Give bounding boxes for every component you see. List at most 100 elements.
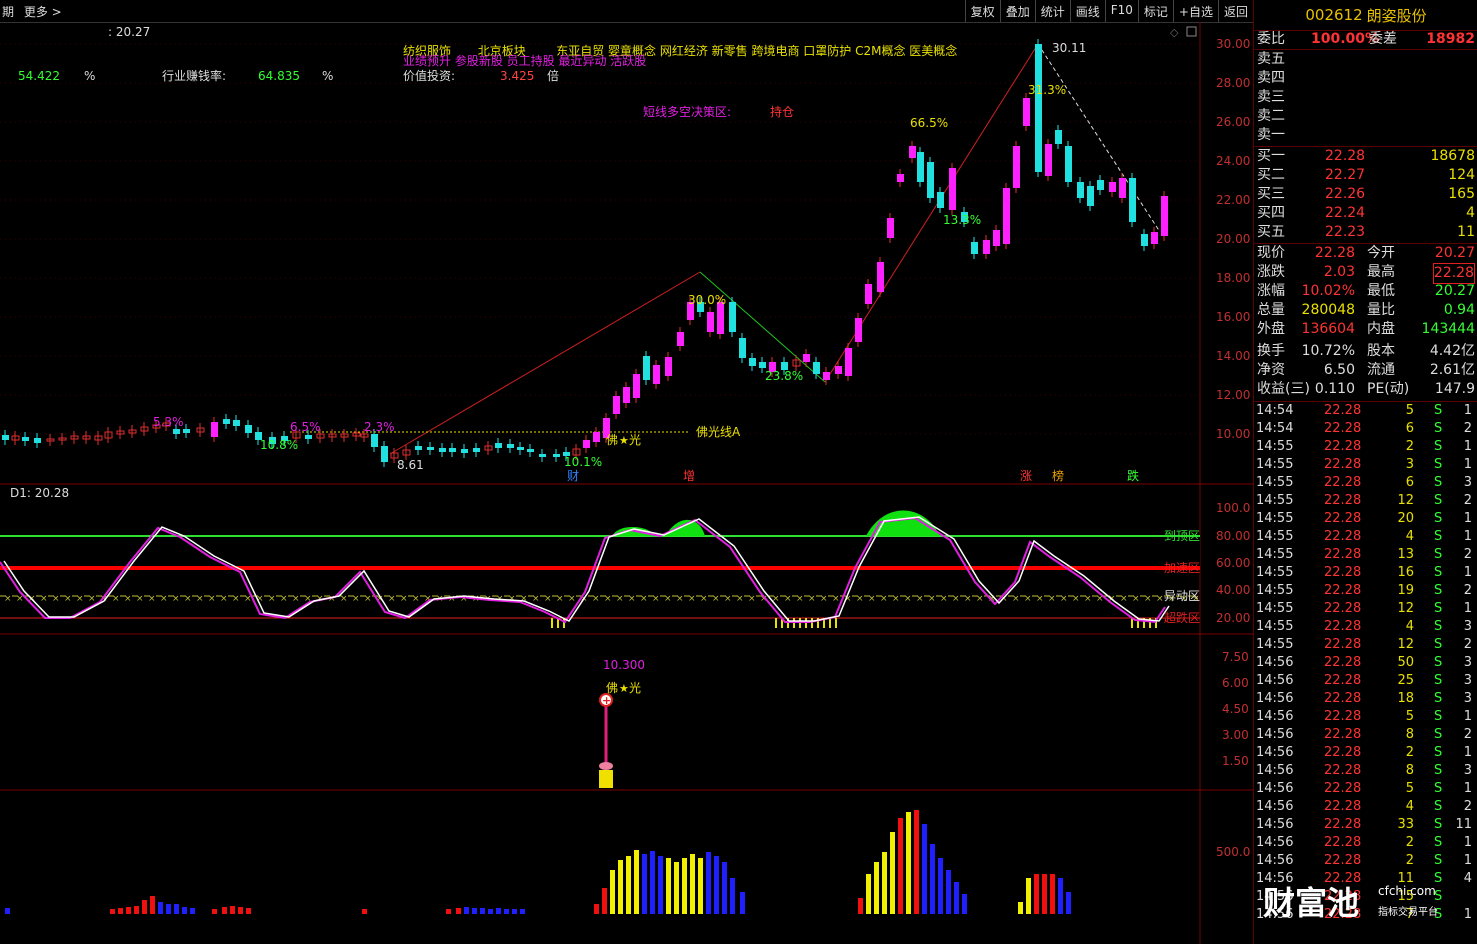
candle-body (971, 242, 978, 254)
candle-body (173, 429, 180, 434)
volume-bar (1034, 874, 1039, 914)
stat-label-2: 内盘 (1367, 321, 1395, 337)
tick-count: 1 (1463, 709, 1472, 724)
x-marker: × (700, 594, 708, 604)
candle-body (877, 262, 884, 292)
stat-row: 总量 280048 量比 0.94 (1257, 301, 1475, 320)
more-menu[interactable]: 更多 > (24, 5, 62, 19)
tick-side: S (1434, 601, 1443, 616)
volume-bar (690, 854, 695, 914)
x-marker: × (796, 594, 804, 604)
toolbar-buttons: 复权 叠加 统计 画线 F10 标记 +自选 返回 (964, 0, 1253, 22)
tick-volume: 8 (1405, 727, 1414, 742)
tick-time: 14:56 (1256, 655, 1294, 670)
volume-bar (472, 908, 477, 914)
volume-bar (882, 852, 887, 914)
tick-time: 14:55 (1256, 529, 1294, 544)
x-marker: × (784, 594, 792, 604)
stat-label: 外盘 (1257, 321, 1285, 337)
sell-row: 卖五 (1257, 50, 1285, 69)
volume-bar (230, 906, 235, 914)
buy-row[interactable]: 买二 22.27 124 (1257, 166, 1475, 185)
candle-body (813, 362, 820, 374)
volume-bar (1058, 878, 1063, 914)
candle-body (937, 192, 944, 208)
indicator1-label: D1: 20.28 (10, 486, 69, 500)
stat-value-2: 22.28 (1432, 263, 1475, 284)
tick-side: S (1434, 547, 1443, 562)
price-axis-tick: 18.00 (1216, 271, 1250, 285)
stat-value-2: 20.27 (1434, 283, 1475, 299)
volume-bar (190, 908, 195, 914)
tick-side: S (1434, 457, 1443, 472)
volume-bar (698, 858, 703, 914)
period-menu[interactable]: 期 更多 > (2, 3, 68, 20)
tick-time: 14:55 (1256, 457, 1294, 472)
stat-label-2: PE(动) (1367, 381, 1410, 397)
kline-chart[interactable]: : 20.27 54.422 % 行业赚钱率: 64.835 % 纺织服饰 北京… (0, 22, 1253, 944)
buy-row[interactable]: 买四 22.24 4 (1257, 204, 1475, 223)
mark-button[interactable]: 标记 (1137, 0, 1173, 22)
x-marker: × (952, 594, 960, 604)
add-watchlist-button[interactable]: +自选 (1172, 0, 1218, 22)
volume-bar (504, 909, 509, 914)
buy-row[interactable]: 买三 22.26 165 (1257, 185, 1475, 204)
candle-body (729, 302, 736, 332)
candle-body (1077, 182, 1084, 198)
candle-body (439, 448, 446, 452)
tick-volume: 50 (1397, 655, 1414, 670)
x-marker: × (4, 594, 12, 604)
tick-volume: 3 (1405, 457, 1414, 472)
volume-bar (246, 908, 251, 914)
x-marker: × (856, 594, 864, 604)
buy-row[interactable]: 买一 22.28 18678 (1257, 147, 1475, 166)
buy-row[interactable]: 买五 22.23 11 (1257, 223, 1475, 242)
volume-bar (1042, 874, 1047, 914)
candle-body (803, 354, 810, 362)
tick-side: S (1434, 637, 1443, 652)
tick-time: 14:55 (1256, 493, 1294, 508)
x-marker: × (76, 594, 84, 604)
volume-bar (634, 850, 639, 914)
trend-up-line-1 (389, 271, 701, 455)
tick-side: S (1434, 583, 1443, 598)
sell-row: 卖三 (1257, 88, 1285, 107)
collapse-icon[interactable]: ◇ (1170, 26, 1179, 39)
window-toggle-icon[interactable] (1186, 26, 1197, 37)
stat-label-2: 今开 (1367, 245, 1395, 261)
stats-button[interactable]: 统计 (1034, 0, 1070, 22)
back-button[interactable]: 返回 (1217, 0, 1253, 22)
candle-body (677, 332, 684, 346)
volume-bar (1018, 902, 1023, 914)
candle-body (865, 284, 872, 304)
quote-panel: 002612 朗姿股份 委比 100.00% 委差 18982 卖五 卖四 卖三 卖二… (1253, 0, 1477, 944)
fuquan-button[interactable]: 复权 (964, 0, 1000, 22)
candle-body (835, 366, 842, 374)
period-label[interactable]: 期 (2, 5, 14, 19)
tick-time: 14:56 (1256, 745, 1294, 760)
foguang-label-left: 佛 (606, 433, 618, 447)
tick-row: 14:55 22.28 20 S 1 (1256, 510, 1476, 528)
tick-price: 22.28 (1324, 799, 1362, 814)
x-marker: × (40, 594, 48, 604)
x-marker: × (64, 594, 72, 604)
overlay-button[interactable]: 叠加 (999, 0, 1035, 22)
ind1-axis-tick: 100.0 (1216, 501, 1250, 515)
stat-value: 10.02% (1301, 283, 1355, 299)
tick-price: 22.28 (1324, 763, 1362, 778)
volume-bar (594, 904, 599, 914)
f10-button[interactable]: F10 (1104, 0, 1138, 22)
draw-button[interactable]: 画线 (1069, 0, 1105, 22)
volume-bar (496, 908, 501, 914)
tick-volume: 12 (1397, 493, 1414, 508)
money-ratio-unit: % (84, 69, 95, 83)
tick-volume: 16 (1397, 565, 1414, 580)
ind1-axis-tick: 80.00 (1216, 529, 1250, 543)
stock-header[interactable]: 002612 朗姿股份 (1254, 0, 1477, 31)
tick-row: 14:56 22.28 5 S 1 (1256, 708, 1476, 726)
tick-volume: 33 (1397, 817, 1414, 832)
tick-volume: 4 (1405, 529, 1414, 544)
volume-bar (722, 862, 727, 914)
candle-body (245, 425, 252, 433)
x-marker: × (748, 594, 756, 604)
